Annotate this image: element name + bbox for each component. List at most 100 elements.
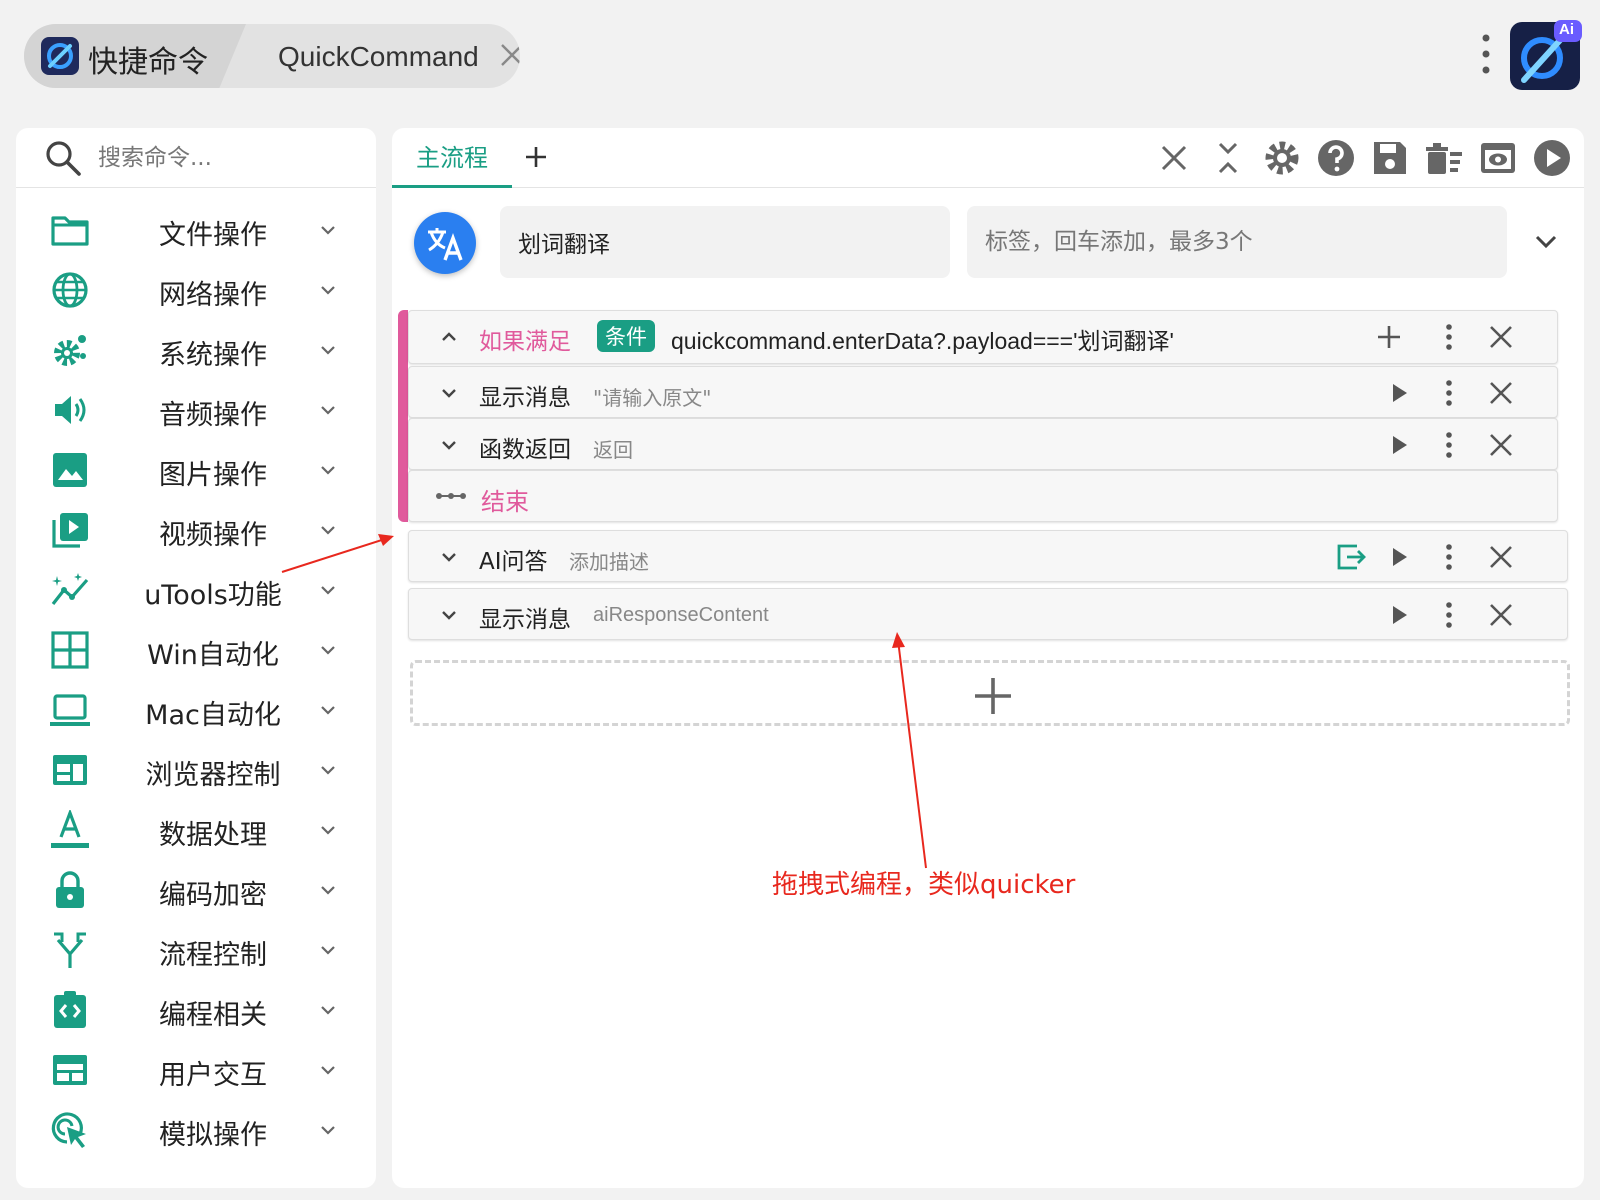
gears-icon — [50, 330, 90, 370]
close-icon[interactable] — [1487, 323, 1515, 351]
sidebar-item-audio[interactable]: 音频操作 — [16, 380, 376, 440]
step-title: 函数返回 — [479, 437, 571, 463]
sidebar-item-label: 文件操作 — [159, 220, 267, 251]
chevron-down-icon — [318, 400, 338, 420]
condition-expression[interactable]: quickcommand.enterData?.payload==='划词翻译' — [671, 322, 1174, 356]
chevron-down-icon — [318, 580, 338, 600]
chevron-down-icon[interactable] — [439, 605, 459, 625]
condition-group: 如果满足 条件 quickcommand.enterData?.payload=… — [398, 310, 1558, 522]
play-icon[interactable] — [1385, 379, 1413, 407]
sidebar: 文件操作 网络操作 系统操作 音频操作 — [16, 128, 376, 1188]
step-title: AI问答 — [479, 549, 548, 575]
sidebar-item-programming[interactable]: 编程相关 — [16, 980, 376, 1040]
more-vert-icon[interactable] — [1435, 431, 1463, 459]
preview-icon[interactable] — [1478, 138, 1518, 178]
app-logo[interactable]: Ai — [1508, 20, 1582, 92]
step-description[interactable]: 添加描述 — [569, 546, 649, 575]
condition-end[interactable]: 结束 — [408, 470, 1558, 522]
play-icon[interactable] — [1385, 431, 1413, 459]
more-vert-icon[interactable] — [1435, 601, 1463, 629]
sidebar-item-file[interactable]: 文件操作 — [16, 200, 376, 260]
app-tab[interactable]: 快捷命令 QuickCommand — [24, 24, 520, 88]
search-input[interactable] — [98, 140, 358, 176]
sidebar-item-browser[interactable]: 浏览器控制 — [16, 740, 376, 800]
sidebar-item-video[interactable]: 视频操作 — [16, 500, 376, 560]
close-icon[interactable] — [1487, 543, 1515, 571]
sidebar-item-encoding[interactable]: 编码加密 — [16, 860, 376, 920]
close-icon[interactable] — [1487, 431, 1515, 459]
play-icon[interactable] — [1385, 601, 1413, 629]
step-description[interactable]: 返回 — [593, 434, 633, 463]
settings-icon[interactable] — [1262, 138, 1302, 178]
play-icon[interactable] — [1385, 543, 1413, 571]
collapse-all-icon[interactable] — [1208, 138, 1248, 178]
chevron-down-icon[interactable] — [439, 383, 459, 403]
step-description[interactable]: "请输入原文" — [593, 382, 711, 411]
command-name-input[interactable] — [500, 206, 950, 278]
translate-icon[interactable] — [414, 212, 476, 274]
chevron-down-icon — [318, 1000, 338, 1020]
help-icon[interactable] — [1316, 138, 1356, 178]
web-layout-icon — [50, 1050, 90, 1090]
sidebar-item-user-interaction[interactable]: 用户交互 — [16, 1040, 376, 1100]
chevron-down-icon — [318, 1060, 338, 1080]
sidebar-item-data[interactable]: 数据处理 — [16, 800, 376, 860]
chevron-down-icon — [318, 1120, 338, 1140]
step-ai-qa[interactable]: AI问答 添加描述 — [408, 530, 1568, 582]
condition-header[interactable]: 如果满足 条件 quickcommand.enterData?.payload=… — [408, 310, 1558, 364]
drag-handle-icon[interactable] — [435, 486, 467, 506]
globe-icon — [50, 270, 90, 310]
delete-sweep-icon[interactable] — [1424, 138, 1464, 178]
save-icon[interactable] — [1370, 138, 1410, 178]
step-function-return[interactable]: 函数返回 返回 — [408, 418, 1558, 470]
sidebar-item-win-automation[interactable]: Win自动化 — [16, 620, 376, 680]
search-bar — [16, 128, 376, 188]
sidebar-item-label: 图片操作 — [159, 460, 267, 491]
end-label: 结束 — [481, 488, 529, 516]
sidebar-item-simulation[interactable]: 模拟操作 — [16, 1100, 376, 1160]
chevron-up-icon[interactable] — [439, 327, 459, 347]
more-vert-icon[interactable] — [1435, 323, 1463, 351]
close-icon[interactable] — [1487, 601, 1515, 629]
chevron-down-icon — [318, 700, 338, 720]
step-show-message-ai[interactable]: 显示消息 aiResponseContent — [408, 588, 1568, 640]
chevron-down-icon[interactable] — [1532, 228, 1560, 256]
more-vert-icon[interactable] — [1435, 543, 1463, 571]
app-title: 快捷命令 — [88, 45, 208, 80]
close-icon[interactable] — [1487, 379, 1515, 407]
close-icon[interactable] — [498, 41, 520, 69]
more-vert-icon[interactable] — [1435, 379, 1463, 407]
chevron-down-icon[interactable] — [439, 435, 459, 455]
step-description[interactable]: aiResponseContent — [593, 604, 769, 627]
more-menu-icon[interactable] — [1482, 34, 1490, 74]
speaker-icon — [50, 390, 90, 430]
step-show-message[interactable]: 显示消息 "请输入原文" — [408, 366, 1558, 418]
video-library-icon — [50, 510, 90, 550]
sidebar-item-flow-control[interactable]: 流程控制 — [16, 920, 376, 980]
sidebar-item-image[interactable]: 图片操作 — [16, 440, 376, 500]
add-step-dropzone[interactable] — [410, 660, 1570, 726]
flow-editor: 主流程 划词翻译 标签，回车添加，最多3个 如果满足 条件 quickcomma… — [392, 128, 1584, 1188]
flow-tabbar: 主流程 — [392, 128, 1584, 188]
folder-icon — [50, 210, 90, 250]
close-icon[interactable] — [1154, 138, 1194, 178]
sidebar-item-label: uTools功能 — [144, 580, 282, 611]
sidebar-item-system[interactable]: 系统操作 — [16, 320, 376, 380]
annotation-text: 拖拽式编程，类似quicker — [772, 870, 1076, 900]
sidebar-item-label: Win自动化 — [147, 640, 279, 671]
add-icon[interactable] — [1375, 323, 1403, 351]
sidebar-item-network[interactable]: 网络操作 — [16, 260, 376, 320]
add-tab-icon[interactable] — [524, 145, 548, 169]
output-variable-icon[interactable] — [1335, 541, 1367, 573]
run-icon[interactable] — [1532, 138, 1572, 178]
lock-icon — [50, 870, 90, 910]
tags-input[interactable] — [967, 206, 1507, 278]
auto-graph-icon — [50, 570, 90, 610]
sidebar-item-utools[interactable]: uTools功能 — [16, 560, 376, 620]
chevron-down-icon[interactable] — [439, 547, 459, 567]
chevron-down-icon — [318, 820, 338, 840]
tab-main-flow[interactable]: 主流程 — [392, 128, 512, 188]
condition-badge[interactable]: 条件 — [597, 320, 655, 352]
sidebar-item-label: 网络操作 — [159, 280, 267, 311]
sidebar-item-mac-automation[interactable]: Mac自动化 — [16, 680, 376, 740]
